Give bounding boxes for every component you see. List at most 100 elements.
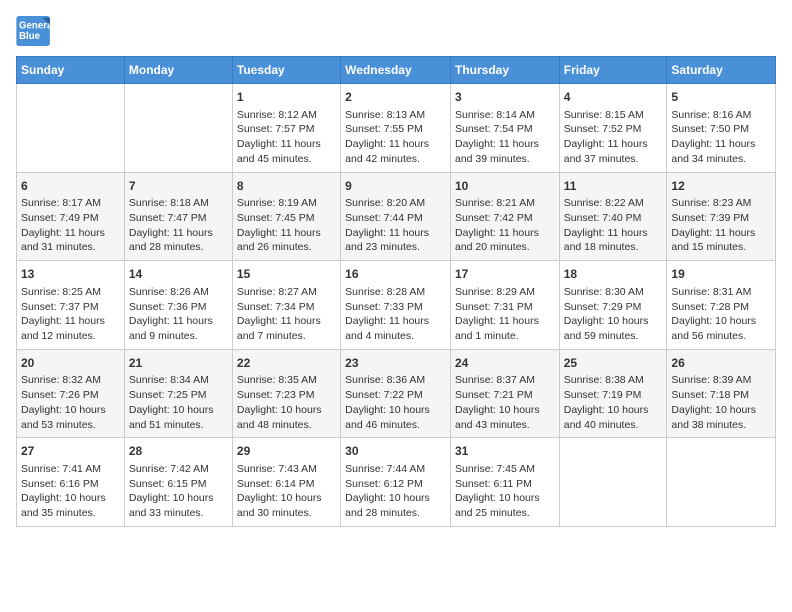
day-info: Sunset: 6:14 PM	[237, 477, 336, 492]
day-number: 21	[129, 355, 228, 372]
day-info: Sunset: 7:54 PM	[455, 122, 555, 137]
day-info: Sunset: 7:36 PM	[129, 300, 228, 315]
day-info: Daylight: 10 hours and 59 minutes.	[564, 314, 663, 343]
day-number: 15	[237, 266, 336, 283]
day-info: Daylight: 10 hours and 56 minutes.	[671, 314, 771, 343]
day-number: 13	[21, 266, 120, 283]
day-cell: 6Sunrise: 8:17 AMSunset: 7:49 PMDaylight…	[17, 172, 125, 261]
header-row: SundayMondayTuesdayWednesdayThursdayFrid…	[17, 57, 776, 84]
day-info: Sunrise: 8:35 AM	[237, 373, 336, 388]
col-header-wednesday: Wednesday	[341, 57, 451, 84]
day-info: Sunset: 6:15 PM	[129, 477, 228, 492]
day-info: Daylight: 10 hours and 30 minutes.	[237, 491, 336, 520]
day-cell: 8Sunrise: 8:19 AMSunset: 7:45 PMDaylight…	[232, 172, 340, 261]
day-number: 19	[671, 266, 771, 283]
day-cell: 16Sunrise: 8:28 AMSunset: 7:33 PMDayligh…	[341, 261, 451, 350]
day-cell: 11Sunrise: 8:22 AMSunset: 7:40 PMDayligh…	[559, 172, 667, 261]
day-number: 11	[564, 178, 663, 195]
day-info: Sunset: 7:57 PM	[237, 122, 336, 137]
day-info: Sunset: 7:39 PM	[671, 211, 771, 226]
logo: General Blue	[16, 16, 52, 46]
day-cell: 10Sunrise: 8:21 AMSunset: 7:42 PMDayligh…	[450, 172, 559, 261]
day-info: Sunrise: 8:38 AM	[564, 373, 663, 388]
day-cell: 9Sunrise: 8:20 AMSunset: 7:44 PMDaylight…	[341, 172, 451, 261]
day-number: 2	[345, 89, 446, 106]
day-info: Sunrise: 8:14 AM	[455, 108, 555, 123]
day-info: Sunset: 6:12 PM	[345, 477, 446, 492]
day-info: Sunrise: 8:31 AM	[671, 285, 771, 300]
day-info: Daylight: 11 hours and 7 minutes.	[237, 314, 336, 343]
day-cell: 1Sunrise: 8:12 AMSunset: 7:57 PMDaylight…	[232, 84, 340, 173]
day-info: Sunrise: 8:34 AM	[129, 373, 228, 388]
day-number: 31	[455, 443, 555, 460]
day-number: 10	[455, 178, 555, 195]
day-number: 24	[455, 355, 555, 372]
day-number: 20	[21, 355, 120, 372]
day-info: Sunrise: 8:19 AM	[237, 196, 336, 211]
day-info: Sunset: 7:44 PM	[345, 211, 446, 226]
day-info: Sunset: 7:33 PM	[345, 300, 446, 315]
day-info: Sunset: 6:11 PM	[455, 477, 555, 492]
day-cell: 18Sunrise: 8:30 AMSunset: 7:29 PMDayligh…	[559, 261, 667, 350]
day-info: Sunrise: 8:27 AM	[237, 285, 336, 300]
day-info: Sunset: 7:25 PM	[129, 388, 228, 403]
day-info: Sunset: 7:52 PM	[564, 122, 663, 137]
day-cell: 25Sunrise: 8:38 AMSunset: 7:19 PMDayligh…	[559, 349, 667, 438]
day-info: Daylight: 11 hours and 45 minutes.	[237, 137, 336, 166]
day-info: Sunrise: 7:43 AM	[237, 462, 336, 477]
day-info: Sunrise: 7:42 AM	[129, 462, 228, 477]
day-info: Sunset: 7:47 PM	[129, 211, 228, 226]
day-info: Daylight: 10 hours and 51 minutes.	[129, 403, 228, 432]
day-info: Sunrise: 7:41 AM	[21, 462, 120, 477]
day-info: Sunrise: 8:36 AM	[345, 373, 446, 388]
day-info: Daylight: 10 hours and 43 minutes.	[455, 403, 555, 432]
day-info: Sunset: 7:37 PM	[21, 300, 120, 315]
day-info: Daylight: 10 hours and 33 minutes.	[129, 491, 228, 520]
day-cell: 14Sunrise: 8:26 AMSunset: 7:36 PMDayligh…	[124, 261, 232, 350]
day-info: Daylight: 10 hours and 53 minutes.	[21, 403, 120, 432]
day-info: Sunrise: 8:18 AM	[129, 196, 228, 211]
day-info: Sunrise: 7:44 AM	[345, 462, 446, 477]
day-number: 26	[671, 355, 771, 372]
day-info: Daylight: 11 hours and 26 minutes.	[237, 226, 336, 255]
day-info: Sunrise: 8:20 AM	[345, 196, 446, 211]
day-info: Sunrise: 8:17 AM	[21, 196, 120, 211]
day-number: 18	[564, 266, 663, 283]
day-info: Sunrise: 8:12 AM	[237, 108, 336, 123]
day-cell: 17Sunrise: 8:29 AMSunset: 7:31 PMDayligh…	[450, 261, 559, 350]
day-info: Sunrise: 8:29 AM	[455, 285, 555, 300]
day-number: 12	[671, 178, 771, 195]
day-info: Daylight: 11 hours and 39 minutes.	[455, 137, 555, 166]
day-info: Sunset: 6:16 PM	[21, 477, 120, 492]
day-cell: 2Sunrise: 8:13 AMSunset: 7:55 PMDaylight…	[341, 84, 451, 173]
day-info: Sunrise: 8:32 AM	[21, 373, 120, 388]
day-info: Sunrise: 7:45 AM	[455, 462, 555, 477]
day-info: Sunrise: 8:13 AM	[345, 108, 446, 123]
col-header-sunday: Sunday	[17, 57, 125, 84]
day-cell	[17, 84, 125, 173]
day-cell: 26Sunrise: 8:39 AMSunset: 7:18 PMDayligh…	[667, 349, 776, 438]
day-cell: 5Sunrise: 8:16 AMSunset: 7:50 PMDaylight…	[667, 84, 776, 173]
day-info: Daylight: 11 hours and 1 minute.	[455, 314, 555, 343]
day-info: Sunrise: 8:28 AM	[345, 285, 446, 300]
day-cell: 29Sunrise: 7:43 AMSunset: 6:14 PMDayligh…	[232, 438, 340, 527]
day-info: Daylight: 11 hours and 23 minutes.	[345, 226, 446, 255]
day-number: 22	[237, 355, 336, 372]
day-number: 6	[21, 178, 120, 195]
day-info: Sunset: 7:50 PM	[671, 122, 771, 137]
day-cell: 7Sunrise: 8:18 AMSunset: 7:47 PMDaylight…	[124, 172, 232, 261]
day-info: Sunset: 7:26 PM	[21, 388, 120, 403]
day-cell: 27Sunrise: 7:41 AMSunset: 6:16 PMDayligh…	[17, 438, 125, 527]
day-number: 14	[129, 266, 228, 283]
day-info: Sunrise: 8:25 AM	[21, 285, 120, 300]
day-info: Daylight: 11 hours and 20 minutes.	[455, 226, 555, 255]
day-number: 17	[455, 266, 555, 283]
svg-text:General: General	[19, 20, 52, 31]
day-cell: 19Sunrise: 8:31 AMSunset: 7:28 PMDayligh…	[667, 261, 776, 350]
day-number: 8	[237, 178, 336, 195]
day-info: Daylight: 11 hours and 15 minutes.	[671, 226, 771, 255]
day-info: Daylight: 11 hours and 42 minutes.	[345, 137, 446, 166]
day-number: 28	[129, 443, 228, 460]
day-info: Daylight: 10 hours and 38 minutes.	[671, 403, 771, 432]
col-header-friday: Friday	[559, 57, 667, 84]
